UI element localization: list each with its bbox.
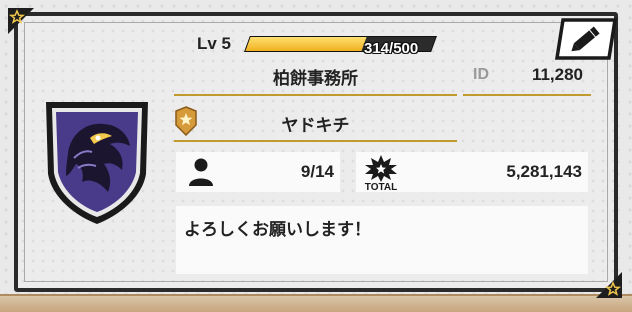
star-corner-icon [8,8,34,34]
person-icon [189,158,213,186]
xp-progress-fill [245,37,367,51]
id-value: 11,280 [531,65,583,84]
total-stat: TOTAL 5,281,143 [356,152,588,192]
profile-message: よろしくお願いします！ [184,220,371,240]
level-label: Lv 5 [197,34,232,53]
message-box: よろしくお願いします！ [176,206,588,274]
title-row[interactable]: ヤドキチ [174,104,457,142]
player-name: 柏餅事務所 [273,69,358,89]
pencil-icon [554,18,618,60]
total-value: 5,281,143 [506,162,582,181]
edit-profile-button[interactable] [554,18,618,60]
total-label: TOTAL [365,182,397,192]
id-row: ID 11,280 [463,58,591,96]
total-burst-icon: TOTAL [365,155,397,192]
members-stat: 9/14 [176,152,340,192]
name-row: 柏餅事務所 [174,58,457,96]
bottom-wood-strip [0,294,632,312]
player-title: ヤドキチ [281,116,350,136]
star-corner-icon [596,272,622,298]
members-value: 9/14 [300,162,334,181]
xp-text: 314/500 [364,40,419,57]
bird-shield-emblem [46,102,148,224]
id-label: ID [473,66,489,83]
